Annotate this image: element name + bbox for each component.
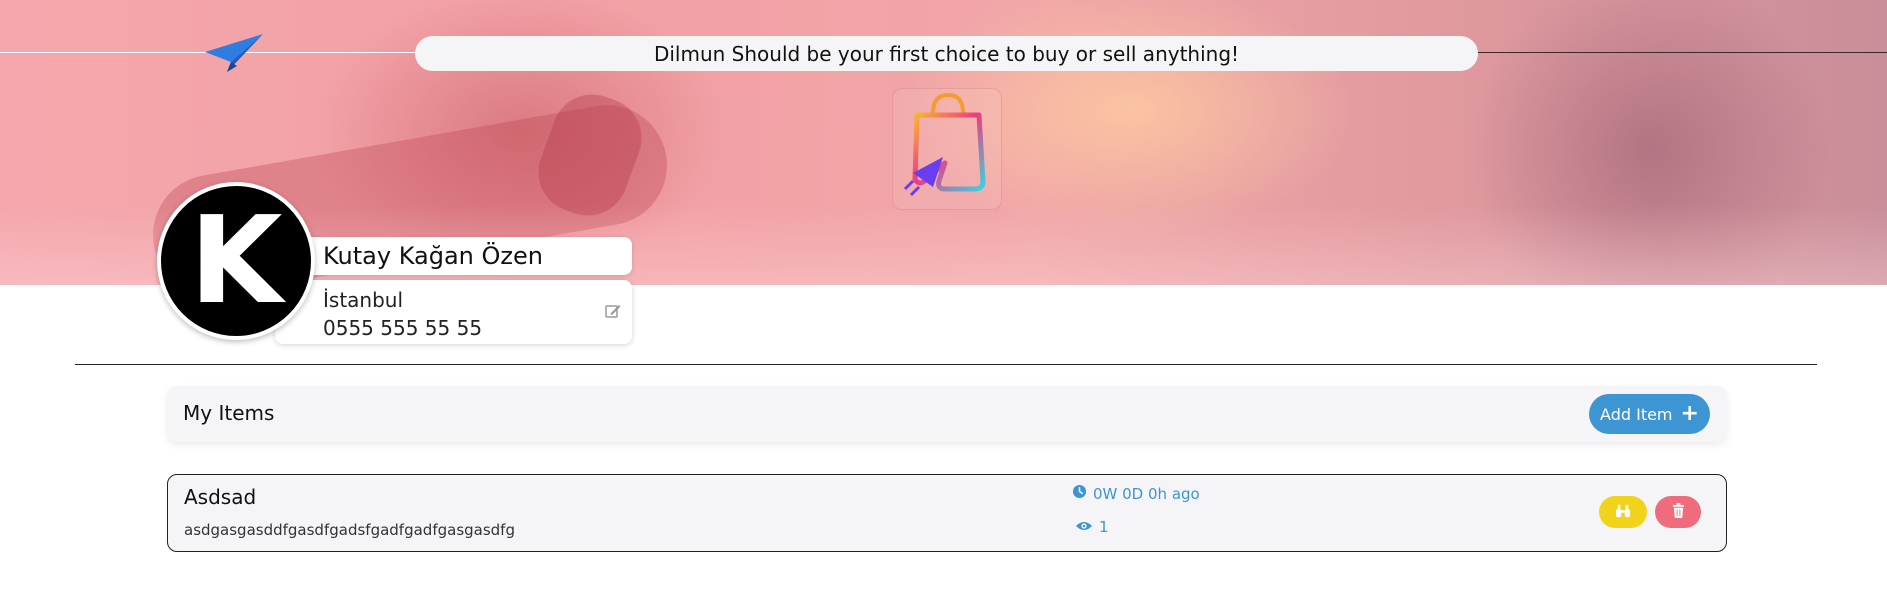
profile-city: İstanbul: [323, 288, 404, 312]
item-description: asdgasgasddfgasdfgadsfgadfgadfgasgasdfg: [184, 521, 515, 539]
item-name: Asdsad: [184, 485, 257, 509]
trash-icon: [1672, 502, 1685, 522]
profile-info-card: İstanbul 0555 555 55 55: [275, 280, 632, 344]
binoculars-icon: [1615, 503, 1631, 522]
item-views: 1: [1075, 518, 1109, 536]
profile-phone: 0555 555 55 55: [323, 316, 483, 340]
profile-name: Kutay Kağan Özen: [275, 237, 632, 275]
list-item[interactable]: Asdsad asdgasgasddfgasdfgadsfgadfgadfgas…: [167, 474, 1727, 552]
header-line-right: [1475, 52, 1887, 53]
clock-icon: [1072, 484, 1087, 503]
my-items-header: My Items Add Item +: [167, 386, 1727, 442]
section-divider: [75, 364, 1817, 365]
shopping-bag-cursor-icon: [892, 88, 1002, 210]
add-item-button[interactable]: Add Item +: [1589, 394, 1710, 434]
edit-icon[interactable]: [604, 302, 622, 320]
view-item-button[interactable]: [1599, 496, 1647, 528]
item-time-text: 0W 0D 0h ago: [1093, 484, 1200, 503]
paper-plane-icon[interactable]: [203, 32, 265, 74]
my-items-title: My Items: [183, 401, 275, 425]
add-item-label: Add Item: [1600, 404, 1673, 424]
tagline-banner: Dilmun Should be your first choice to bu…: [415, 36, 1478, 71]
item-time: 0W 0D 0h ago: [1072, 484, 1200, 503]
item-views-count: 1: [1099, 518, 1109, 536]
plus-icon: +: [1680, 401, 1699, 426]
eye-icon: [1075, 518, 1093, 536]
delete-item-button[interactable]: [1655, 496, 1701, 528]
avatar: K: [157, 182, 315, 340]
